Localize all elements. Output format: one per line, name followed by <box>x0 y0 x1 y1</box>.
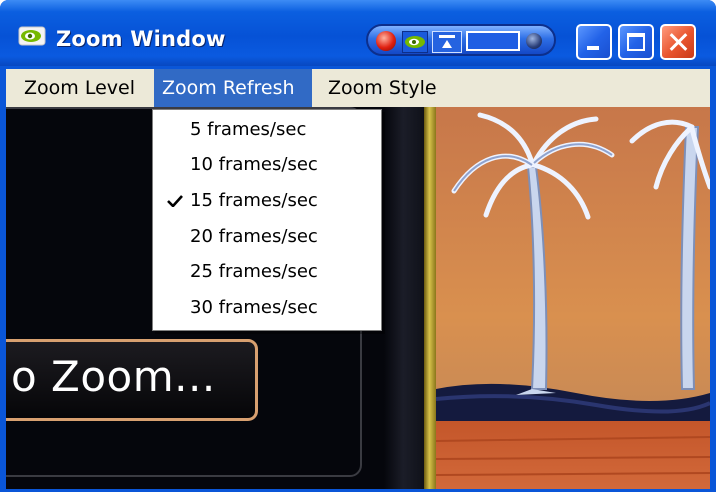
zoom-window: Zoom Window Zoom Level Zoom Refresh Zoom… <box>0 0 716 492</box>
record-icon[interactable] <box>376 31 396 51</box>
menu-item-25fps[interactable]: 25 frames/sec <box>153 254 381 289</box>
menu-bar: Zoom Level Zoom Refresh Zoom Style <box>6 69 710 107</box>
nvidia-toolbar <box>366 24 556 56</box>
zoom-button-label: o Zoom... <box>11 352 216 401</box>
close-button[interactable] <box>660 24 696 60</box>
menu-item-15fps[interactable]: 15 frames/sec <box>153 183 381 218</box>
menu-zoom-level[interactable]: Zoom Level <box>16 69 143 107</box>
zoom-button[interactable]: o Zoom... <box>6 339 258 421</box>
nvidia-eye-icon[interactable] <box>402 31 428 53</box>
menu-zoom-refresh[interactable]: Zoom Refresh <box>154 69 312 107</box>
palm-tree-painting <box>436 107 710 489</box>
menu-item-20fps[interactable]: 20 frames/sec <box>153 219 381 254</box>
window-title: Zoom Window <box>56 27 226 51</box>
gold-frame-strip <box>424 107 436 489</box>
menu-item-30fps[interactable]: 30 frames/sec <box>153 290 381 325</box>
menu-item-5fps[interactable]: 5 frames/sec <box>153 112 381 147</box>
checkmark-icon <box>167 195 183 207</box>
menu-zoom-style[interactable]: Zoom Style <box>320 69 445 107</box>
stay-on-top-icon[interactable] <box>432 31 462 53</box>
maximize-button[interactable] <box>618 24 654 60</box>
title-bar[interactable]: Zoom Window <box>0 0 716 66</box>
minimize-button[interactable] <box>576 24 612 60</box>
menu-item-10fps[interactable]: 10 frames/sec <box>153 147 381 182</box>
nvidia-eye-icon <box>18 26 46 46</box>
widescreen-icon[interactable] <box>466 31 520 51</box>
zoom-refresh-menu: 5 frames/sec 10 frames/sec 15 frames/sec… <box>152 109 382 331</box>
dot-icon[interactable] <box>526 33 542 49</box>
